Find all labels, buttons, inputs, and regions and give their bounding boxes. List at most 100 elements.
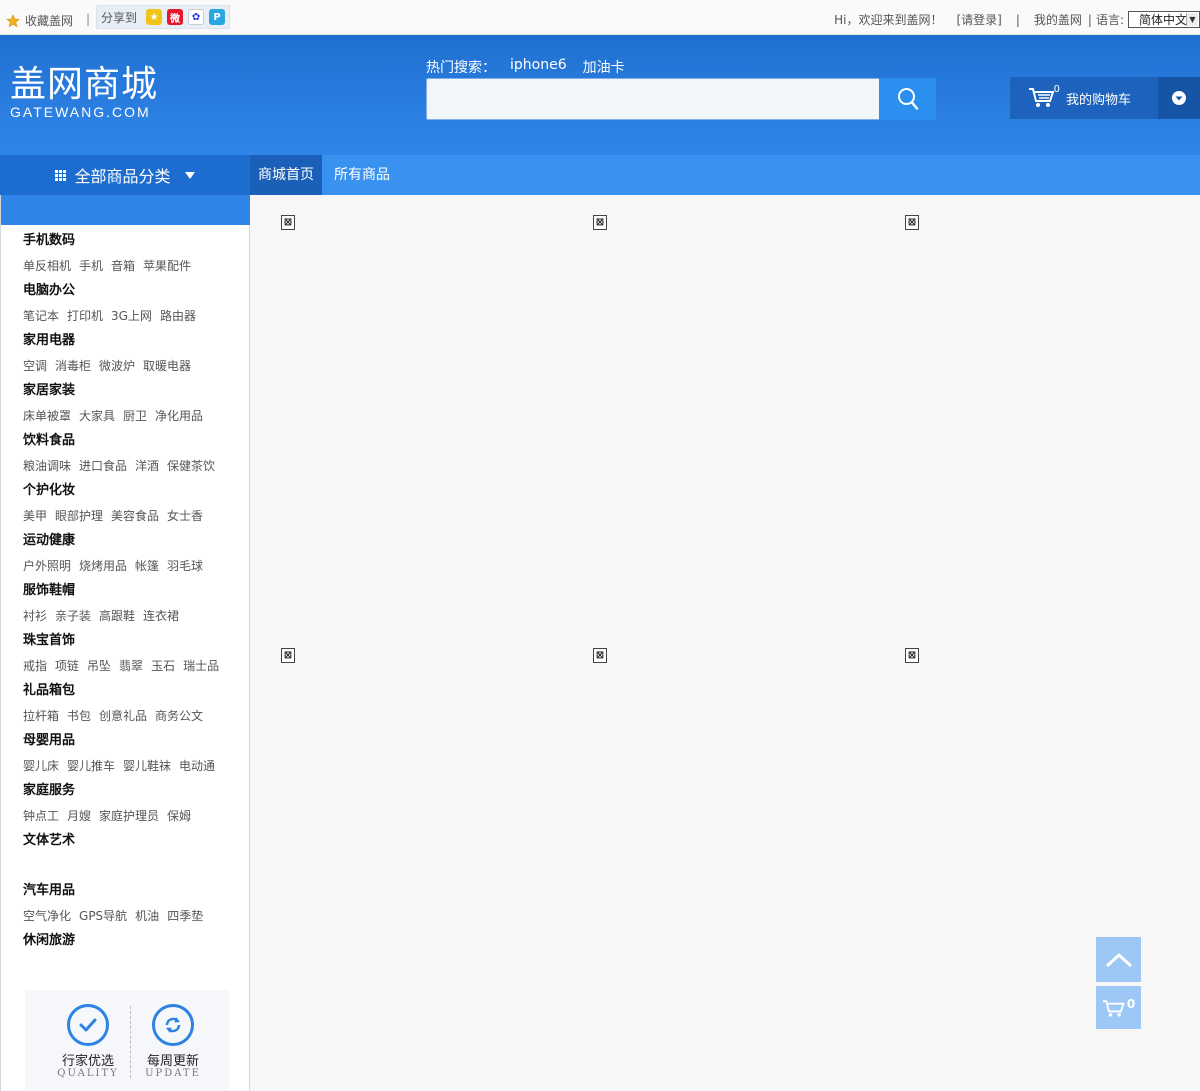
category-subitem-link[interactable]: 厨卫	[123, 409, 147, 423]
my-account-link[interactable]: 我的盖网	[1034, 11, 1082, 28]
language-value: 简体中文	[1139, 13, 1188, 27]
category-title[interactable]: 文体艺术	[23, 832, 248, 857]
share-label: 分享到	[101, 10, 138, 25]
category-title[interactable]: 礼品箱包	[23, 682, 248, 707]
broken-image-icon[interactable]: ⊠	[281, 648, 295, 663]
hot-term[interactable]: iphone6	[510, 57, 567, 77]
category-title[interactable]: 家庭服务	[23, 782, 248, 807]
category-subitem-link[interactable]: 净化用品	[155, 409, 203, 423]
category-title[interactable]: 汽车用品	[23, 882, 248, 907]
category-subitem-link[interactable]: 项链	[55, 659, 79, 673]
favorite-link[interactable]: 收藏盖网	[6, 12, 73, 29]
floating-cart-button[interactable]: 0	[1096, 986, 1141, 1029]
category-subitem-link[interactable]: 电动通	[179, 759, 215, 773]
category-title[interactable]: 母婴用品	[23, 732, 248, 757]
category-subitem-link[interactable]: 手机	[79, 259, 103, 273]
weibo-icon[interactable]: 微	[167, 9, 184, 25]
category-subitem-link[interactable]: 单反相机	[23, 259, 71, 273]
category-title[interactable]: 家居家装	[23, 382, 248, 407]
category-subitem-link[interactable]: 进口食品	[79, 459, 127, 473]
category-subitem-link[interactable]: 保姆	[167, 809, 191, 823]
search-button[interactable]	[879, 78, 936, 120]
category-subitem-link[interactable]: 书包	[67, 709, 91, 723]
category-title[interactable]: 个护化妆	[23, 482, 248, 507]
category-subitem-link[interactable]: 羽毛球	[167, 559, 203, 573]
category-subitem-link[interactable]: 音箱	[111, 259, 135, 273]
category-subitem-link[interactable]: 钟点工	[23, 809, 59, 823]
category-title[interactable]: 电脑办公	[23, 282, 248, 307]
category-subitem-link[interactable]: 保健茶饮	[167, 459, 215, 473]
pengyou-icon[interactable]: P	[209, 9, 226, 25]
category-subitem-link[interactable]: 亲子装	[55, 609, 91, 623]
category-subitem-link[interactable]: 苹果配件	[143, 259, 191, 273]
hot-term[interactable]: 加油卡	[583, 57, 625, 77]
category-subitem-link[interactable]: 笔记本	[23, 309, 59, 323]
broken-image-icon[interactable]: ⊠	[593, 215, 607, 230]
login-link[interactable]: [请登录]	[956, 11, 1001, 28]
broken-image-icon[interactable]: ⊠	[905, 215, 919, 230]
category-subitem-link[interactable]: 高跟鞋	[99, 609, 135, 623]
category-subitem-link[interactable]: 烧烤用品	[79, 559, 127, 573]
category-title[interactable]: 珠宝首饰	[23, 632, 248, 657]
category-subitem-link[interactable]: 机油	[135, 909, 159, 923]
category-subitem-link[interactable]: GPS导航	[79, 909, 127, 923]
category-title[interactable]: 手机数码	[23, 232, 248, 257]
broken-image-icon[interactable]: ⊠	[281, 215, 295, 230]
category-subitem-link[interactable]: 路由器	[160, 309, 196, 323]
broken-image-icon[interactable]: ⊠	[905, 648, 919, 663]
search-input[interactable]	[426, 78, 880, 120]
category-subitems: 钟点工 月嫂 家庭护理员 保姆	[23, 807, 248, 832]
category-title[interactable]: 家用电器	[23, 332, 248, 357]
all-categories-button[interactable]: 全部商品分类	[0, 155, 250, 195]
category-subitem-link[interactable]: 洋酒	[135, 459, 159, 473]
category-subitem-link[interactable]: 消毒柜	[55, 359, 91, 373]
category-subitem-link[interactable]: 眼部护理	[55, 509, 103, 523]
category-subitem-link[interactable]: 连衣裙	[143, 609, 179, 623]
category-subitem-link[interactable]: 婴儿推车	[67, 759, 115, 773]
logo[interactable]: 盖网商城 GATEWANG.COM	[10, 65, 158, 120]
category-subitem-link[interactable]: 微波炉	[99, 359, 135, 373]
baidu-icon[interactable]: ✿	[188, 9, 205, 25]
category-subitem-link[interactable]: 瑞士品	[183, 659, 219, 673]
back-to-top-button[interactable]	[1096, 937, 1141, 982]
cart-icon: 0	[1028, 84, 1060, 110]
category-subitem-link[interactable]: 月嫂	[67, 809, 91, 823]
cart-dropdown-button[interactable]	[1158, 77, 1200, 119]
category-subitem-link[interactable]: 玉石	[151, 659, 175, 673]
category-subitem-link[interactable]: 帐篷	[135, 559, 159, 573]
category-subitem-link[interactable]: 床单被罩	[23, 409, 71, 423]
nav-link-all-products[interactable]: 所有商品	[326, 155, 398, 195]
category-subitem-link[interactable]: 空气净化	[23, 909, 71, 923]
category-subitem-link[interactable]: 家庭护理员	[99, 809, 159, 823]
category-subitem-link[interactable]: 四季垫	[167, 909, 203, 923]
category-subitem-link[interactable]: 大家具	[79, 409, 115, 423]
broken-image-icon[interactable]: ⊠	[593, 648, 607, 663]
category-subitem-link[interactable]: 空调	[23, 359, 47, 373]
category-title[interactable]: 饮料食品	[23, 432, 248, 457]
category-subitem-link[interactable]: 商务公文	[155, 709, 203, 723]
cart-button[interactable]: 0 我的购物车	[1010, 77, 1200, 119]
category-subitem-link[interactable]: 美容食品	[111, 509, 159, 523]
category-subitem-link[interactable]: 拉杆箱	[23, 709, 59, 723]
category-subitem-link[interactable]: 婴儿床	[23, 759, 59, 773]
category-subitem-link[interactable]: 户外照明	[23, 559, 71, 573]
category-subitem-link[interactable]: 创意礼品	[99, 709, 147, 723]
category-subitem-link[interactable]: 戒指	[23, 659, 47, 673]
nav-link-home[interactable]: 商城首页	[250, 155, 322, 195]
category-subitem-link[interactable]: 女士香	[167, 509, 203, 523]
language-select[interactable]: 简体中文 ▼	[1128, 11, 1200, 28]
category-subitem-link[interactable]: 粮油调味	[23, 459, 71, 473]
category-title[interactable]: 休闲旅游	[23, 932, 248, 957]
category-subitem-link[interactable]: 衬衫	[23, 609, 47, 623]
category-subitem-link[interactable]: 吊坠	[87, 659, 111, 673]
category-subitem-link[interactable]: 3G上网	[111, 309, 152, 323]
qzone-icon[interactable]: ★	[146, 9, 163, 25]
category-subitem-link[interactable]: 美甲	[23, 509, 47, 523]
category-subitem-link[interactable]: 取暖电器	[143, 359, 191, 373]
category-subitem-link[interactable]: 翡翠	[119, 659, 143, 673]
separator: |	[1015, 12, 1020, 27]
category-title[interactable]: 运动健康	[23, 532, 248, 557]
category-subitem-link[interactable]: 打印机	[67, 309, 103, 323]
category-title[interactable]: 服饰鞋帽	[23, 582, 248, 607]
category-subitem-link[interactable]: 婴儿鞋袜	[123, 759, 171, 773]
